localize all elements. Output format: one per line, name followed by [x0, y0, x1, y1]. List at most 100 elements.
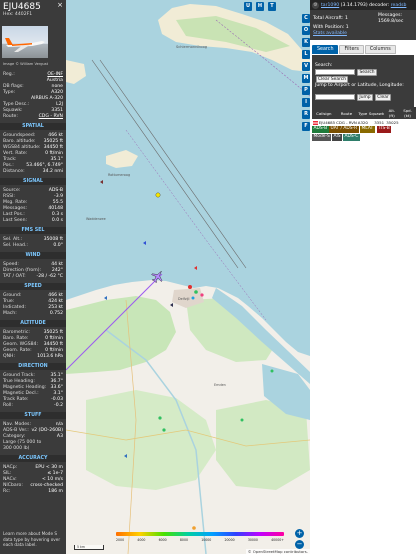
- col-route[interactable]: Route: [335, 107, 358, 119]
- col-squawk[interactable]: Squawk: [368, 107, 385, 119]
- map-button-u[interactable]: U: [244, 2, 252, 11]
- jump-input[interactable]: [315, 94, 355, 100]
- info-row: Roll: -0.2: [3, 403, 63, 409]
- col-callsign[interactable]: Callsign: [312, 107, 336, 119]
- map-button-f[interactable]: F: [302, 122, 310, 131]
- col-speed[interactable]: Spd. (kt): [399, 107, 416, 119]
- map[interactable]: Schiermonnikoog Rottumeroog Delfzijl Emd…: [66, 0, 310, 554]
- svg-text:Rottumeroog: Rottumeroog: [108, 173, 130, 177]
- source-chip: MLAT: [360, 126, 375, 133]
- section-header-altitude[interactable]: ALTITUDE: [0, 320, 66, 327]
- stats-available-link[interactable]: Stats available: [313, 31, 347, 36]
- row-callsign: EJU4685: [318, 120, 336, 125]
- info-value: 186 m: [48, 489, 63, 494]
- section-header-wind[interactable]: WIND: [0, 252, 66, 259]
- source-chip: ADS-B: [312, 126, 329, 133]
- row-speed: [399, 119, 416, 126]
- jump-button[interactable]: Jump: [357, 94, 373, 101]
- aircraft-list-panel: ⚙ tar1090 (3.14.1793) decoder: readsb To…: [310, 0, 416, 554]
- map-button-i[interactable]: I: [302, 98, 310, 107]
- section-header-direction[interactable]: DIRECTION: [0, 363, 66, 370]
- map-button-t[interactable]: T: [268, 2, 276, 11]
- zoom-out-button[interactable]: −: [295, 540, 304, 549]
- altitude-legend-label: 4000: [137, 538, 146, 542]
- info-label: Rc:: [3, 489, 11, 494]
- info-value: 0.0°: [53, 243, 63, 248]
- map-button-r[interactable]: R: [302, 110, 310, 119]
- info-value: 34.2 nmi: [42, 169, 63, 174]
- map-button-m[interactable]: M: [302, 74, 310, 83]
- col-type[interactable]: Type: [357, 107, 369, 119]
- with-position: With Position: 1: [313, 25, 349, 30]
- altitude-legend-label: 2000: [116, 538, 125, 542]
- info-label: QNH:: [3, 354, 16, 359]
- map-button-k[interactable]: K: [302, 38, 310, 47]
- section-header-speed[interactable]: SPEED: [0, 283, 66, 290]
- map-button-v[interactable]: V: [302, 62, 310, 71]
- info-label: Last Seen:: [3, 218, 28, 223]
- info-label: Mach:: [3, 311, 17, 316]
- clear-search-button[interactable]: Clear Search: [316, 76, 348, 83]
- search-input[interactable]: [315, 69, 355, 75]
- map-button-o[interactable]: O: [302, 26, 310, 35]
- section-header-spatial[interactable]: SPATIAL: [0, 123, 66, 130]
- zoom-in-button[interactable]: +: [295, 529, 304, 538]
- callsign: EJU4685: [3, 2, 41, 12]
- altitude-legend-label: 6000: [158, 538, 167, 542]
- row-squawk: 3351: [374, 120, 385, 125]
- gear-icon[interactable]: ⚙: [312, 1, 319, 9]
- total-aircraft: Total Aircraft: 1: [313, 16, 348, 21]
- info-row: Last Seen: 0.0 s: [3, 218, 63, 224]
- decoder-label: decoder:: [369, 2, 390, 8]
- svg-text:Waddenzee: Waddenzee: [86, 217, 106, 221]
- stats-box: Total Aircraft: 1 Messages: 1569.8/sec W…: [310, 10, 416, 40]
- section-header-signal[interactable]: SIGNAL: [0, 178, 66, 185]
- source-chip: AIS: [332, 134, 343, 141]
- info-value[interactable]: CDG - RVN: [39, 114, 63, 120]
- tab-search[interactable]: Search: [312, 45, 339, 54]
- section-header-stuff[interactable]: STUFF: [0, 412, 66, 419]
- clear-jump-button[interactable]: Clear: [375, 94, 391, 101]
- map-canvas: Schiermonnikoog Rottumeroog Delfzijl Emd…: [66, 4, 310, 554]
- section-header-accuracy[interactable]: ACCURACY: [0, 455, 66, 462]
- info-value: 0.0 s: [51, 218, 63, 223]
- map-button-h[interactable]: H: [256, 2, 264, 11]
- map-button-l[interactable]: L: [302, 50, 310, 59]
- info-label: Sel. Head.:: [3, 243, 28, 248]
- version-link[interactable]: tar1090: [321, 3, 339, 8]
- row-route: CDG - RVN: [336, 120, 357, 125]
- section-header-fms[interactable]: FMS SEL: [0, 227, 66, 234]
- map-button-p[interactable]: P: [302, 86, 310, 95]
- close-icon[interactable]: ×: [57, 2, 63, 9]
- decoder-link[interactable]: readsb: [391, 3, 407, 8]
- aircraft-details-panel: EJU4685 Hex: 4402F1 × Image © William Ve…: [0, 0, 66, 554]
- info-row: TAT / OAT: -28 / -62 °C: [3, 274, 63, 280]
- info-label: Roll:: [3, 403, 13, 408]
- search-button[interactable]: Search: [357, 69, 377, 76]
- info-value: 1013.6 hPa: [37, 354, 63, 359]
- altitude-legend-labels: 2000 4000 6000 8000 10000 20000 30000 40000+: [116, 538, 284, 542]
- info-row: Sel. Head.: 0.0°: [3, 243, 63, 249]
- table-row[interactable]: EJU4685 CDG - RVN A320 3351 35025: [312, 119, 416, 126]
- photo-credit: Image © William Vergust: [3, 62, 49, 66]
- map-button-c[interactable]: C: [302, 14, 310, 23]
- info-row: Route: CDG - RVN: [3, 114, 63, 120]
- source-chip: TIS-B: [377, 126, 392, 133]
- top-bar: ⚙ tar1090 (3.14.1793) decoder: readsb: [310, 0, 416, 10]
- source-chip: Mode-S: [312, 134, 332, 141]
- info-label: Distance:: [3, 169, 25, 174]
- svg-text:Delfzijl: Delfzijl: [178, 297, 189, 301]
- info-value: -0.2: [54, 403, 63, 408]
- altitude-legend-label: 8000: [179, 538, 189, 542]
- info-label: 300 000 lb): [3, 446, 30, 451]
- scale-bar: 5 km: [74, 545, 104, 550]
- altitude-legend-label: 10000: [201, 538, 212, 542]
- version-text: (3.14.1793): [340, 2, 368, 8]
- aircraft-photo[interactable]: [2, 26, 48, 58]
- tab-columns[interactable]: Columns: [364, 45, 396, 54]
- tab-filters[interactable]: Filters: [339, 45, 364, 54]
- map-attribution[interactable]: © OpenStreetMap contributors.: [245, 549, 310, 554]
- col-altitude[interactable]: Alt. (ft): [384, 107, 400, 119]
- info-row: Mach: 0.752: [3, 311, 63, 317]
- info-row: Distance: 34.2 nmi: [3, 169, 63, 175]
